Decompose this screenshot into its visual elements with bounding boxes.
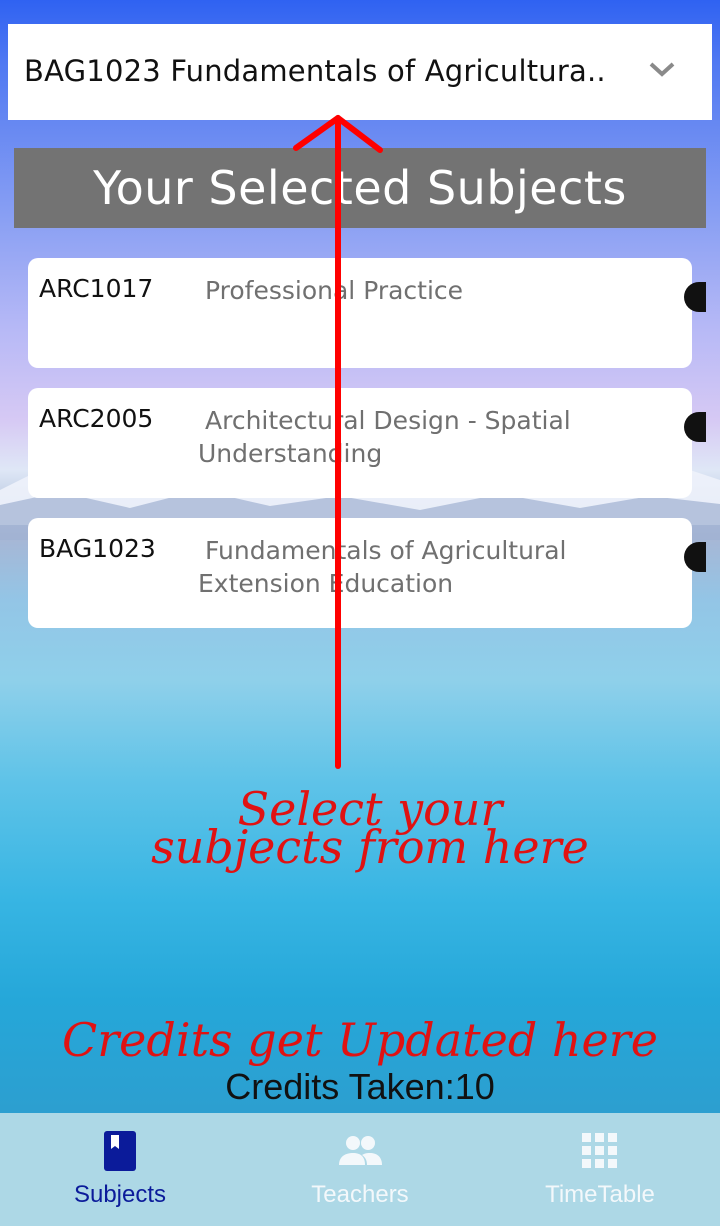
- tab-timetable[interactable]: TimeTable: [480, 1113, 720, 1226]
- subject-name: Fundamentals of Agricultural Extension E…: [198, 534, 618, 600]
- subject-name-line2: Extension Education: [198, 569, 454, 598]
- subject-name: Architectural Design - Spatial Understan…: [198, 404, 618, 470]
- tab-label: Teachers: [311, 1181, 409, 1208]
- page-title: Your Selected Subjects: [14, 148, 706, 228]
- subject-code: BAG1023: [39, 534, 156, 563]
- tab-subjects[interactable]: Subjects: [0, 1113, 240, 1226]
- remove-subject-button[interactable]: [684, 542, 706, 572]
- remove-subject-button[interactable]: [684, 282, 706, 312]
- chevron-down-icon[interactable]: [648, 60, 676, 80]
- remove-subject-button[interactable]: [684, 412, 706, 442]
- tab-label: Subjects: [73, 1181, 167, 1208]
- book-icon: [104, 1131, 136, 1171]
- subject-name-line1: Fundamentals of Agricultural: [205, 536, 567, 565]
- tab-teachers[interactable]: Teachers: [240, 1113, 480, 1226]
- subject-name: Professional Practice: [198, 274, 618, 307]
- annotation-select-line2: subjects from here: [151, 820, 589, 874]
- subject-name-line1: Professional Practice: [205, 276, 464, 305]
- tab-label: TimeTable: [545, 1181, 655, 1208]
- credits-taken-label: Credits Taken:10: [225, 1066, 495, 1107]
- annotation-select-subjects: Select your subjects from here: [130, 786, 610, 874]
- subject-card[interactable]: ARC1017 Professional Practice: [28, 258, 706, 368]
- subject-name-line2: Understanding: [198, 439, 383, 468]
- annotation-credits: Credits get Updated here: [62, 1013, 658, 1067]
- subject-card[interactable]: BAG1023 Fundamentals of Agricultural Ext…: [28, 518, 706, 628]
- subject-code: ARC1017: [39, 274, 154, 303]
- subject-name-line1: Architectural Design - Spatial: [205, 406, 571, 435]
- bottom-navigation: Subjects Teachers TimeTable: [0, 1113, 720, 1226]
- subject-card[interactable]: ARC2005 Architectural Design - Spatial U…: [28, 388, 706, 498]
- subject-code: ARC2005: [39, 404, 154, 433]
- subject-dropdown[interactable]: BAG1023 Fundamentals of Agricultura..: [8, 24, 712, 120]
- dropdown-selected-value: BAG1023 Fundamentals of Agricultura..: [24, 54, 606, 88]
- people-icon: [339, 1136, 382, 1165]
- grid-icon: [582, 1133, 617, 1168]
